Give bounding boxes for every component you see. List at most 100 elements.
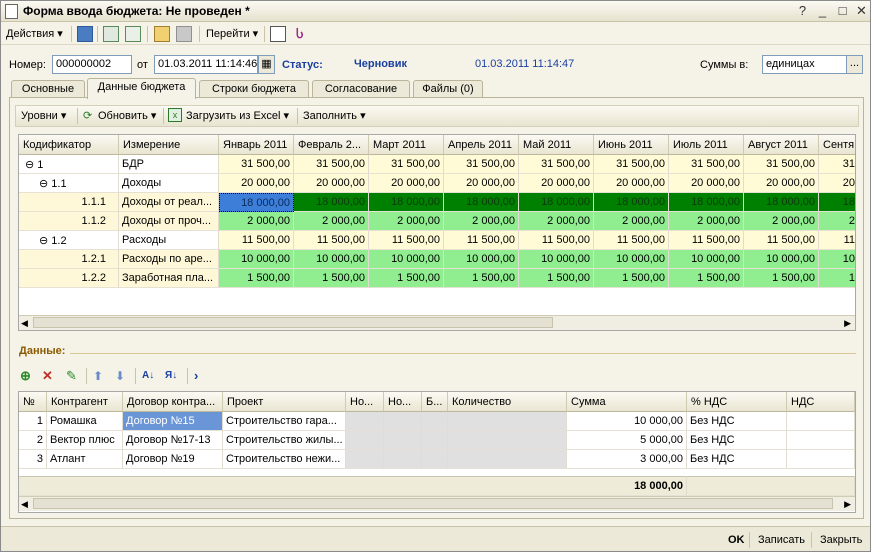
budget-value-cell[interactable]: 2 000,00 <box>594 212 669 231</box>
data-cell[interactable] <box>346 412 384 431</box>
budget-value-cell[interactable]: 11 500,00 <box>594 231 669 250</box>
budget-value-cell[interactable]: 31 500,00 <box>369 155 444 174</box>
save-icon[interactable] <box>103 26 119 42</box>
column-header[interactable]: Май 2011 <box>519 135 594 155</box>
data-table[interactable]: № Контрагент Договор контра... Проект Но... Н… <box>18 391 856 513</box>
budget-value-cell[interactable]: 11 500,00 <box>444 231 519 250</box>
date-field[interactable]: 01.03.2011 11:14:46 <box>154 55 258 74</box>
dimension-cell[interactable]: Доходы от реал... <box>119 193 219 212</box>
data-cell[interactable] <box>346 431 384 450</box>
scrollbar-thumb[interactable] <box>33 317 553 328</box>
collapse-toggle-icon[interactable]: ⊖ <box>39 235 51 247</box>
data-cell[interactable]: Ромашка <box>47 412 123 431</box>
budget-value-cell[interactable]: 18 000,00 <box>294 193 369 212</box>
budget-value-cell[interactable]: 1 <box>819 269 855 288</box>
dimension-cell[interactable]: Расходы по аре... <box>119 250 219 269</box>
sort-desc-icon[interactable]: Я↓ <box>165 368 181 384</box>
budget-value-cell[interactable]: 10 000,00 <box>669 250 744 269</box>
structure-icon[interactable]: Ⴑ <box>296 26 312 42</box>
fill-menu[interactable]: Заполнить ▾ <box>303 108 366 124</box>
budget-value-cell[interactable]: 2 000,00 <box>294 212 369 231</box>
data-cell[interactable]: Вектор плюс <box>47 431 123 450</box>
horizontal-scrollbar[interactable]: ◀ ▶ <box>19 315 855 330</box>
budget-value-cell[interactable]: 11 500,00 <box>519 231 594 250</box>
budget-value-cell[interactable]: 2 000,00 <box>669 212 744 231</box>
horizontal-scrollbar[interactable]: ◀ ▶ <box>19 496 855 511</box>
column-header[interactable]: Проект <box>223 392 346 412</box>
help-icon[interactable]: ? <box>794 3 811 19</box>
tab-main[interactable]: Основные <box>11 80 85 98</box>
close-icon[interactable]: ✕ <box>853 3 870 19</box>
budget-value-cell[interactable]: 10 000,00 <box>294 250 369 269</box>
add-row-icon[interactable]: ⊕ <box>20 368 36 384</box>
budget-value-cell[interactable]: 10 000,00 <box>219 250 294 269</box>
sums-unit-field[interactable]: единицах <box>762 55 847 74</box>
column-header[interactable]: Но... <box>346 392 384 412</box>
budget-value-cell[interactable]: 2 000,00 <box>444 212 519 231</box>
tab-files[interactable]: Файлы (0) <box>413 80 483 98</box>
data-cell[interactable] <box>346 450 384 469</box>
budget-value-cell[interactable]: 18 <box>819 193 855 212</box>
budget-value-cell[interactable]: 18 000,00 <box>369 193 444 212</box>
column-header[interactable]: НДС <box>787 392 855 412</box>
budget-value-cell[interactable]: 11 500,00 <box>369 231 444 250</box>
levels-menu[interactable]: Уровни ▾ <box>21 108 66 124</box>
data-cell[interactable]: Без НДС <box>687 412 787 431</box>
budget-value-cell[interactable]: 20 000,00 <box>744 174 819 193</box>
budget-value-cell[interactable]: 11 500,00 <box>744 231 819 250</box>
data-cell[interactable]: 5 000,00 <box>567 431 687 450</box>
budget-value-cell[interactable]: 11 500,00 <box>294 231 369 250</box>
budget-value-cell[interactable]: 31 500,00 <box>669 155 744 174</box>
data-cell[interactable]: 3 000,00 <box>567 450 687 469</box>
data-cell[interactable]: 1 <box>19 412 47 431</box>
data-cell[interactable]: Строительство нежи... <box>223 450 346 469</box>
budget-value-cell[interactable]: 20 000,00 <box>594 174 669 193</box>
data-cell[interactable] <box>422 412 448 431</box>
budget-value-cell[interactable]: 31 500,00 <box>594 155 669 174</box>
budget-value-cell[interactable]: 10 <box>819 250 855 269</box>
budget-code-cell[interactable]: 1.2.2 <box>19 269 119 288</box>
column-header[interactable]: Количество <box>448 392 567 412</box>
budget-value-cell[interactable]: 1 500,00 <box>219 269 294 288</box>
column-header[interactable]: Апрель 2011 <box>444 135 519 155</box>
data-cell[interactable]: Строительство гара... <box>223 412 346 431</box>
column-header[interactable]: Договор контра... <box>123 392 223 412</box>
dimension-cell[interactable]: Расходы <box>119 231 219 250</box>
collapse-toggle-icon[interactable]: ⊖ <box>39 178 51 190</box>
post-close-icon[interactable] <box>77 26 93 42</box>
data-cell[interactable]: Договор №15 <box>123 412 223 431</box>
goto-menu[interactable]: Перейти ▾ <box>206 26 258 42</box>
delete-row-icon[interactable]: ✕ <box>42 368 58 384</box>
column-header[interactable]: Кодификатор <box>19 135 119 155</box>
number-field[interactable]: 000000002 <box>52 55 132 74</box>
budget-value-cell[interactable]: 11 <box>819 231 855 250</box>
budget-value-cell[interactable]: 2 000,00 <box>369 212 444 231</box>
column-header[interactable]: Б... <box>422 392 448 412</box>
dimension-cell[interactable]: Заработная пла... <box>119 269 219 288</box>
budget-value-cell[interactable]: 1 500,00 <box>444 269 519 288</box>
budget-value-cell[interactable]: 2 000,00 <box>219 212 294 231</box>
scroll-left-icon[interactable]: ◀ <box>21 318 28 329</box>
budget-value-cell[interactable]: 11 500,00 <box>669 231 744 250</box>
column-header[interactable]: № <box>19 392 47 412</box>
data-cell[interactable] <box>422 450 448 469</box>
dimension-cell[interactable]: БДР <box>119 155 219 174</box>
budget-value-cell[interactable]: 10 000,00 <box>444 250 519 269</box>
budget-value-cell[interactable]: 20 000,00 <box>519 174 594 193</box>
budget-value-cell[interactable]: 20 000,00 <box>294 174 369 193</box>
data-cell[interactable] <box>787 431 855 450</box>
budget-value-cell[interactable]: 18 000,00 <box>444 193 519 212</box>
budget-code-cell[interactable]: 1.1.2 <box>19 212 119 231</box>
column-header[interactable]: Сумма <box>567 392 687 412</box>
column-header[interactable]: Сентя <box>819 135 855 155</box>
actions-menu[interactable]: Действия ▾ <box>6 26 63 42</box>
budget-value-cell[interactable]: 18 000,00 <box>219 193 294 212</box>
column-header[interactable]: Контрагент <box>47 392 123 412</box>
report-icon[interactable] <box>270 26 286 42</box>
data-cell[interactable] <box>787 450 855 469</box>
move-up-icon[interactable]: ⬆ <box>93 368 109 384</box>
refresh-button[interactable]: Обновить ▾ <box>98 108 156 124</box>
column-header[interactable]: Июль 2011 <box>669 135 744 155</box>
column-header[interactable]: Но... <box>384 392 422 412</box>
data-cell[interactable]: Договор №19 <box>123 450 223 469</box>
